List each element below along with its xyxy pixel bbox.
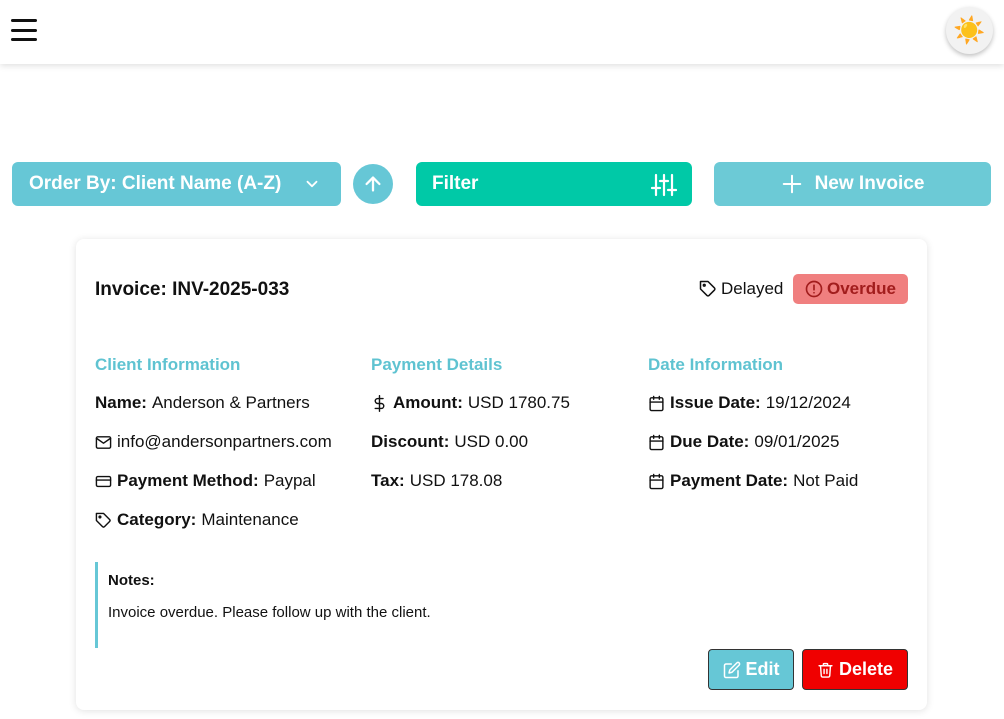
sort-direction-button[interactable] xyxy=(353,164,393,204)
notes-text: Invoice overdue. Please follow up with t… xyxy=(108,604,431,621)
mail-icon xyxy=(95,435,112,449)
edit-icon xyxy=(723,661,740,678)
calendar-icon xyxy=(649,395,664,411)
discount-row: Discount: USD 0.00 xyxy=(371,431,570,453)
filter-label: Filter xyxy=(432,173,479,194)
payment-details-section: Payment Details Amount: USD 1780.75 Disc… xyxy=(371,355,570,509)
notes-heading: Notes: xyxy=(108,572,155,589)
issue-date-label: Issue Date: xyxy=(670,393,761,412)
invoice-tag: Delayed xyxy=(699,279,783,299)
invoice-title: Invoice: INV-2025-033 xyxy=(95,279,290,300)
category-row: Category: Maintenance xyxy=(95,509,332,531)
amount-row: Amount: USD 1780.75 xyxy=(371,392,570,414)
tax-value: USD 178.08 xyxy=(409,471,503,490)
payment-date-label: Payment Date: xyxy=(670,471,789,490)
notes-section: Notes: Invoice overdue. Please follow up… xyxy=(95,562,908,648)
order-by-dropdown[interactable]: Order By: Client Name (A-Z) xyxy=(12,162,341,206)
calendar-icon xyxy=(649,434,664,450)
tag-icon xyxy=(95,512,111,528)
dollar-icon xyxy=(374,394,385,412)
client-name-row: Name: Anderson & Partners xyxy=(95,392,332,414)
top-bar: ☀️ xyxy=(0,0,1004,64)
due-date-label: Due Date: xyxy=(670,432,750,451)
status-badge: Overdue xyxy=(793,274,908,304)
payment-method-value: Paypal xyxy=(263,471,316,490)
client-email-value: info@andersonpartners.com xyxy=(117,432,332,451)
alert-circle-icon xyxy=(805,280,823,298)
tag-icon xyxy=(699,280,716,297)
new-invoice-label: New Invoice xyxy=(814,173,925,194)
plus-icon xyxy=(781,173,803,195)
payment-date-value: Not Paid xyxy=(793,471,859,490)
new-invoice-button[interactable]: New Invoice xyxy=(714,162,991,206)
tax-row: Tax: USD 178.08 xyxy=(371,470,570,492)
client-email-row: info@andersonpartners.com xyxy=(95,431,332,453)
invoice-tag-label: Delayed xyxy=(721,279,784,298)
discount-label: Discount: xyxy=(371,432,450,451)
filter-button[interactable]: Filter xyxy=(416,162,692,206)
category-value: Maintenance xyxy=(201,510,299,529)
due-date-row: Due Date: 09/01/2025 xyxy=(648,431,858,453)
calendar-icon xyxy=(649,473,664,489)
trash-icon xyxy=(818,662,833,678)
arrow-up-icon xyxy=(365,176,381,192)
payment-method-label: Payment Method: xyxy=(117,471,259,490)
sun-icon: ☀️ xyxy=(953,15,986,45)
date-info-heading: Date Information xyxy=(648,355,784,374)
payment-details-heading: Payment Details xyxy=(371,355,503,374)
due-date-value: 09/01/2025 xyxy=(754,432,840,451)
client-info-section: Client Information Name: Anderson & Part… xyxy=(95,355,332,548)
client-name-value: Anderson & Partners xyxy=(151,393,310,412)
sliders-icon xyxy=(651,173,677,197)
client-name-label: Name: xyxy=(95,393,147,412)
status-badge-label: Overdue xyxy=(827,279,896,298)
invoice-card: Invoice: INV-2025-033 Delayed Overdue Cl… xyxy=(76,239,927,710)
client-info-heading: Client Information xyxy=(95,355,241,374)
delete-button[interactable]: Delete xyxy=(802,649,908,690)
issue-date-value: 19/12/2024 xyxy=(765,393,851,412)
date-info-section: Date Information Issue Date: 19/12/2024 … xyxy=(648,355,858,509)
issue-date-row: Issue Date: 19/12/2024 xyxy=(648,392,858,414)
payment-date-row: Payment Date: Not Paid xyxy=(648,470,858,492)
chevron-down-icon xyxy=(306,180,318,188)
hamburger-icon[interactable] xyxy=(11,19,37,41)
theme-toggle-button[interactable]: ☀️ xyxy=(946,7,993,54)
edit-label: Edit xyxy=(745,659,780,679)
amount-label: Amount: xyxy=(393,393,463,412)
credit-card-icon xyxy=(95,475,112,487)
amount-value: USD 1780.75 xyxy=(467,393,570,412)
delete-label: Delete xyxy=(838,659,894,679)
tax-label: Tax: xyxy=(371,471,405,490)
order-by-label: Order By: Client Name (A-Z) xyxy=(29,173,282,194)
discount-value: USD 0.00 xyxy=(454,432,529,451)
category-label: Category: xyxy=(117,510,197,529)
payment-method-row: Payment Method: Paypal xyxy=(95,470,332,492)
edit-button[interactable]: Edit xyxy=(708,649,794,690)
